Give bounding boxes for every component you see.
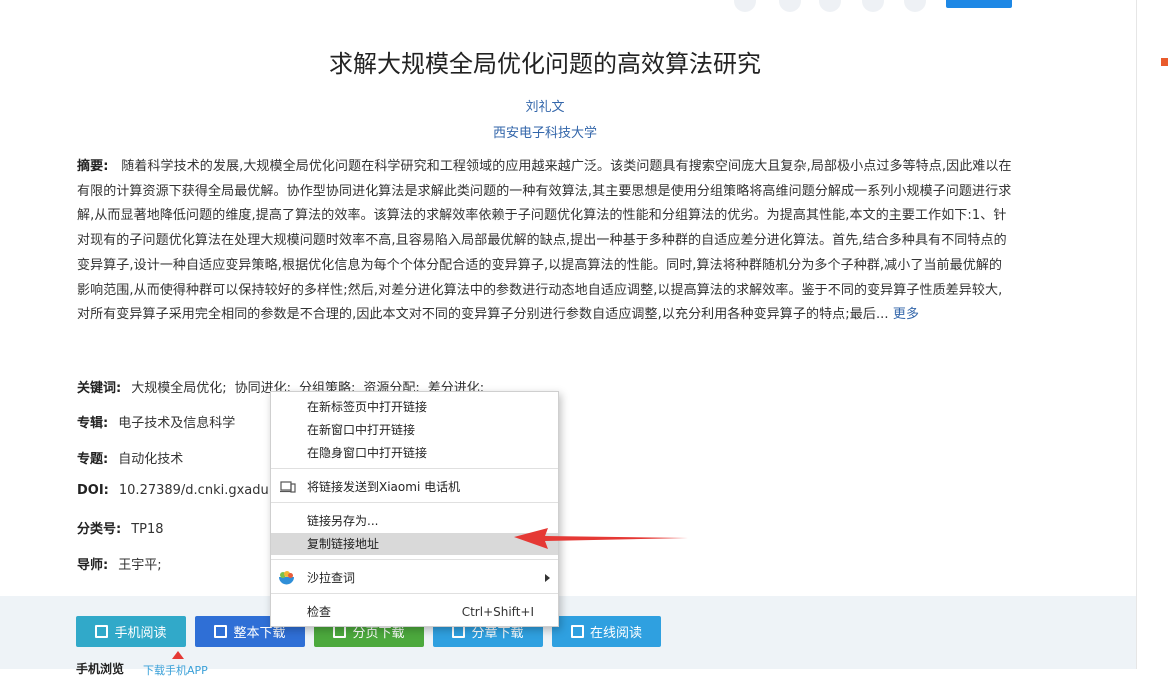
author-link[interactable]: 刘礼文 [0, 96, 1090, 115]
right-sidebar [1136, 0, 1168, 669]
book-open-icon [570, 625, 584, 638]
online-read-label: 在线阅读 [589, 626, 642, 641]
chevron-right-icon [545, 574, 550, 582]
abstract-label: 摘要: [77, 159, 109, 174]
menu-divider [271, 593, 558, 594]
menu-divider [271, 559, 558, 560]
class-value: TP18 [131, 522, 164, 537]
menu-item-open-new-tab[interactable]: 在新标签页中打开链接 [271, 396, 558, 418]
menu-item-label: 在隐身窗口中打开链接 [307, 446, 428, 460]
sidebar-marker [1161, 58, 1168, 66]
phone-icon [95, 625, 109, 638]
topic-row: 专题: 自动化技术 [77, 448, 183, 467]
menu-item-save-link-as[interactable]: 链接另存为... [271, 510, 558, 532]
mobile-read-label: 手机阅读 [114, 626, 167, 641]
mobile-read-button[interactable]: 手机阅读 [76, 616, 186, 647]
online-read-button[interactable]: 在线阅读 [552, 616, 661, 647]
top-toolbar [0, 0, 1136, 14]
album-label: 专辑: [77, 416, 109, 431]
menu-item-shortcut: Ctrl+Shift+I [461, 605, 534, 619]
album-value: 电子技术及信息科学 [118, 416, 236, 431]
keyword-link[interactable]: 大规模全局优化; [131, 381, 226, 396]
advisor-label: 导师: [77, 558, 109, 573]
organization-link[interactable]: 西安电子科技大学 [0, 122, 1090, 141]
menu-divider [271, 468, 558, 469]
advisor-value[interactable]: 王宇平; [118, 558, 161, 573]
download-app-link[interactable]: 下载手机APP [143, 662, 208, 678]
menu-item-label: 链接另存为... [307, 514, 379, 528]
context-menu: 在新标签页中打开链接 在新窗口中打开链接 在隐身窗口中打开链接 将链接发送到Xi… [270, 391, 559, 627]
doi-row: DOI: 10.27389/d.cnki.gxadu [77, 483, 269, 498]
menu-item-inspect[interactable]: 检查 Ctrl+Shift+I [271, 601, 558, 623]
keywords-label: 关键词: [77, 381, 122, 396]
class-row: 分类号: TP18 [77, 518, 164, 537]
selection-triangle-icon [172, 651, 184, 659]
page-title: 求解大规模全局优化问题的高效算法研究 [329, 50, 761, 78]
menu-item-label: 检查 [307, 605, 332, 619]
menu-item-open-new-window[interactable]: 在新窗口中打开链接 [271, 419, 558, 441]
abstract: 摘要: 随着科学技术的发展,大规模全局优化问题在科学研究和工程领域的应用越来越广… [77, 155, 1014, 328]
menu-item-label: 沙拉查词 [307, 571, 356, 585]
topic-value: 自动化技术 [118, 452, 184, 467]
menu-item-copy-link[interactable]: 复制链接地址 [271, 533, 558, 555]
bookmark-icon[interactable] [779, 0, 801, 12]
menu-item-label: 将链接发送到Xiaomi 电话机 [307, 480, 461, 494]
more-link[interactable]: 更多 [893, 307, 919, 322]
menu-item-label: 在新窗口中打开链接 [307, 423, 416, 437]
print-icon[interactable] [862, 0, 884, 12]
doi-label: DOI: [77, 483, 109, 498]
class-label: 分类号: [77, 522, 122, 537]
menu-item-open-incognito[interactable]: 在隐身窗口中打开链接 [271, 442, 558, 464]
abstract-text: 随着科学技术的发展,大规模全局优化问题在科学研究和工程领域的应用越来越广泛。该类… [77, 159, 1012, 323]
doi-value: 10.27389/d.cnki.gxadu [118, 483, 269, 498]
menu-item-label: 复制链接地址 [307, 537, 380, 551]
salad-icon [279, 571, 294, 585]
menu-divider [271, 502, 558, 503]
album-row: 专辑: 电子技术及信息科学 [77, 412, 235, 431]
link-icon[interactable] [819, 0, 841, 12]
menu-item-salad-lookup[interactable]: 沙拉查词 [271, 567, 558, 589]
menu-item-label: 在新标签页中打开链接 [307, 400, 428, 414]
topic-label: 专题: [77, 452, 109, 467]
advisor-row: 导师: 王宇平; [77, 554, 162, 573]
device-icon [280, 481, 296, 493]
settings-icon[interactable] [904, 0, 926, 12]
book-icon [214, 625, 228, 638]
share-icon[interactable] [734, 0, 756, 12]
menu-item-send-to-device[interactable]: 将链接发送到Xiaomi 电话机 [271, 476, 558, 498]
top-action-button[interactable] [946, 0, 1012, 8]
